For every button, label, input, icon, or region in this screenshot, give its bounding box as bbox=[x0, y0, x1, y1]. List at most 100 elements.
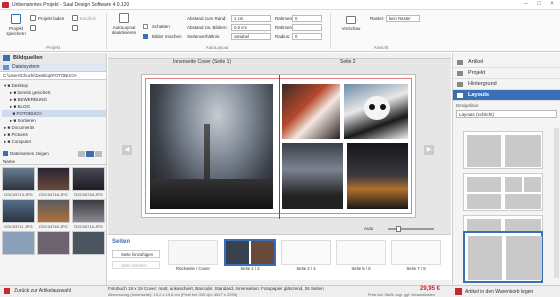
zoom-slider[interactable] bbox=[388, 226, 434, 232]
photo-frame-panda[interactable] bbox=[344, 84, 408, 139]
thumbnail-image[interactable] bbox=[2, 199, 35, 223]
spread-thumbnail[interactable] bbox=[168, 240, 218, 265]
designline-select[interactable]: Layouts (schlicht) bbox=[456, 110, 557, 118]
spread-thumbnail-active[interactable] bbox=[224, 239, 276, 266]
spread-label: Rückseite / Cover bbox=[176, 266, 210, 271]
redo-button[interactable] bbox=[72, 25, 78, 31]
product-dimensions: Abmessung (Innenseite): 19,2 x 19,6 cm (… bbox=[108, 292, 238, 297]
close-button[interactable]: × bbox=[547, 1, 557, 9]
layout-option[interactable] bbox=[463, 131, 543, 169]
zoom-select[interactable]: Auto bbox=[364, 226, 373, 231]
save-icon bbox=[11, 14, 21, 24]
book-spread[interactable] bbox=[141, 74, 416, 219]
frame-thickness-input[interactable]: 0 bbox=[292, 15, 322, 22]
spread-label: Seite 3 / 4 bbox=[296, 266, 316, 271]
save-project-button[interactable]: Projekt speichern bbox=[5, 14, 27, 36]
show-names-checkbox[interactable]: Dateinamen zeigen bbox=[0, 150, 106, 158]
thumbnail-image[interactable] bbox=[2, 231, 35, 255]
tree-item[interactable]: ▸ ■ Pictures bbox=[2, 131, 106, 138]
separator bbox=[330, 13, 331, 49]
recent-icon bbox=[72, 15, 78, 21]
thumbnail-image[interactable] bbox=[72, 199, 105, 223]
aspect-ratio-label: Seitenverhältnis: bbox=[187, 34, 221, 39]
redo-icon bbox=[72, 25, 78, 31]
add-page-button[interactable]: Seite hinzufügen bbox=[112, 250, 160, 258]
view-mode-buttons[interactable] bbox=[78, 151, 102, 157]
tab-layouts[interactable]: Layouts bbox=[453, 90, 560, 101]
delete-page-button[interactable]: Seite löschen bbox=[112, 261, 160, 269]
maximize-button[interactable]: □ bbox=[534, 1, 544, 9]
tab-background[interactable]: Hintergrund bbox=[453, 79, 560, 90]
price-note: Preis inkl. MwSt. zzgl. ggf. Versandkost… bbox=[368, 293, 435, 297]
grid-label: Raster: bbox=[370, 16, 385, 21]
page-label-right: Seite 2 bbox=[340, 59, 356, 65]
tree-item[interactable]: ▸ ■ BLOG bbox=[2, 103, 106, 110]
tree-item[interactable]: ▸ ■ Documents bbox=[2, 124, 106, 131]
radius-input[interactable]: 0 bbox=[292, 33, 322, 40]
tab-article[interactable]: Artikel bbox=[453, 57, 560, 68]
tree-item-desktop[interactable]: ▾ ■ Desktop bbox=[2, 82, 106, 89]
photo-frame-street-night[interactable] bbox=[150, 84, 273, 209]
thumbnail-image[interactable] bbox=[37, 199, 70, 223]
folder-tree: ▾ ■ Desktop ▸ ■ bereits gesichert ▸ ■ BE… bbox=[0, 80, 106, 150]
photo-frame-people[interactable] bbox=[282, 84, 340, 139]
thumbnail-image[interactable] bbox=[72, 231, 105, 255]
sort-name-header[interactable]: Name bbox=[0, 158, 106, 165]
thumbnail-image[interactable] bbox=[37, 167, 70, 191]
zoom-slider-handle[interactable] bbox=[396, 226, 401, 232]
tree-item-selected[interactable]: ■ FOTOBUCH bbox=[2, 110, 106, 117]
add-to-cart-button[interactable]: Artikel in den Warenkorb legen bbox=[455, 288, 533, 295]
preview-button[interactable]: Vorschau bbox=[340, 16, 362, 31]
layout-option-selected[interactable] bbox=[463, 231, 543, 283]
image-distance-select[interactable]: 0,5 cm bbox=[231, 24, 271, 31]
thumbnail-image[interactable] bbox=[37, 231, 70, 255]
tree-item[interactable]: ▸ ■ bereits gesichert bbox=[2, 89, 106, 96]
next-page-button[interactable]: ▶ bbox=[424, 145, 434, 155]
editor-area: Innenseite Cover (Seite 1) Seite 2 ◀ ▶ A… bbox=[108, 53, 451, 286]
arrow-left-icon bbox=[4, 288, 10, 294]
separator bbox=[106, 13, 107, 49]
panel-title: Bildquellen bbox=[0, 53, 106, 63]
background-icon bbox=[457, 82, 463, 87]
load-project-button[interactable]: Projekt laden bbox=[30, 15, 64, 21]
spread-label: Seite 5 / 6 bbox=[351, 266, 371, 271]
layouts-scrollbar[interactable] bbox=[554, 128, 559, 278]
tree-item[interactable]: ▸ ■ Computer bbox=[2, 138, 106, 145]
new-button[interactable] bbox=[30, 25, 36, 31]
tree-item[interactable]: ▸ ■ BEWERBUNG bbox=[2, 96, 106, 103]
mix-images-checkbox[interactable]: Bilder mischen bbox=[143, 34, 182, 39]
spread-thumbnail[interactable] bbox=[391, 240, 441, 265]
footer-bar: Zurück zur Artikelauswahl Fotobuch 19 x … bbox=[0, 285, 560, 297]
tree-item[interactable]: ▸ ■ Sortieren bbox=[2, 117, 106, 124]
photo-frame-street-shop[interactable] bbox=[347, 143, 408, 209]
product-summary: Fotobuch 19 x 19 Cover: matt, unkaschier… bbox=[108, 286, 324, 291]
spread-thumbnail[interactable] bbox=[281, 240, 331, 265]
path-input[interactable]: C:\Users\Chuchi\Desktop\FOTOBUCH bbox=[0, 72, 106, 80]
ruler bbox=[108, 53, 451, 59]
shadows-checkbox[interactable]: Schatten bbox=[143, 24, 170, 29]
checkbox-checked-icon bbox=[143, 34, 148, 39]
group-autolayout-label: AutoLayout bbox=[205, 45, 229, 50]
previous-page-button[interactable]: ◀ bbox=[122, 145, 132, 155]
checkbox-checked-icon bbox=[3, 151, 8, 157]
autolayout-toggle-button[interactable]: AutoLayout deaktivieren bbox=[110, 13, 138, 35]
thumbnail-image[interactable] bbox=[2, 167, 35, 191]
thumbnail-image[interactable] bbox=[72, 167, 105, 191]
filesystem-tab[interactable]: Dateisystem bbox=[0, 63, 106, 72]
recent-button[interactable]: Kürzlich bbox=[72, 15, 96, 21]
layout-option[interactable] bbox=[463, 173, 543, 211]
tab-project[interactable]: Projekt bbox=[453, 68, 560, 79]
spread-thumbnail[interactable] bbox=[336, 240, 386, 265]
radius-label: Radius: bbox=[275, 34, 291, 39]
photo-frame-city-dusk[interactable] bbox=[282, 143, 343, 209]
frame-color-picker[interactable] bbox=[292, 24, 322, 31]
edge-distance-select[interactable]: 1 cm bbox=[231, 15, 271, 22]
folder-icon bbox=[3, 65, 9, 70]
pages-title: Seiten bbox=[112, 239, 131, 245]
aspect-ratio-select[interactable]: variabel bbox=[231, 33, 271, 40]
wrench-icon bbox=[457, 60, 463, 65]
minimize-button[interactable]: – bbox=[521, 1, 531, 9]
edge-distance-label: Abstand zum Rand: bbox=[187, 16, 227, 21]
grid-select[interactable]: kein Raster bbox=[386, 15, 420, 22]
back-to-article-button[interactable]: Zurück zur Artikelauswahl bbox=[4, 288, 71, 294]
